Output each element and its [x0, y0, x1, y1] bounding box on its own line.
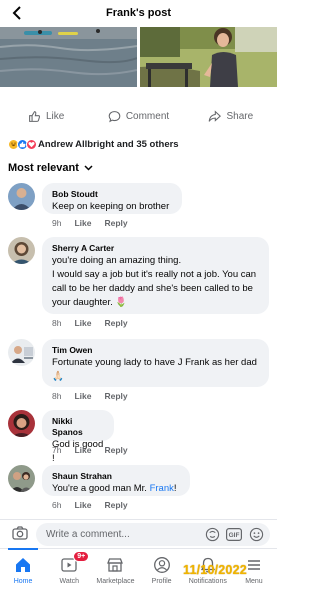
- comment-like-button[interactable]: Like: [74, 391, 91, 401]
- comment-reply-button[interactable]: Reply: [104, 218, 127, 228]
- comment-time: 6h: [52, 500, 62, 510]
- comment-reply-button[interactable]: Reply: [104, 318, 127, 328]
- gif-icon[interactable]: GIF: [226, 526, 242, 542]
- comment-text-suffix: !: [173, 483, 177, 494]
- svg-text:GIF: GIF: [229, 532, 240, 539]
- comment-item: Nikki Spanos God is good ! 7h Like Reply: [8, 410, 270, 464]
- page-title: Frank's post: [106, 7, 171, 19]
- post-photos[interactable]: [0, 27, 277, 87]
- tab-label: Home: [13, 578, 33, 585]
- comment-time: 8h: [52, 391, 62, 401]
- share-label: Share: [226, 110, 254, 122]
- avatar[interactable]: [8, 237, 35, 264]
- avatar[interactable]: [8, 339, 35, 366]
- comment-reply-button[interactable]: Reply: [104, 500, 127, 510]
- comment-input[interactable]: Write a comment... GIF: [36, 523, 270, 546]
- comment-item: Sherry A Carter you're doing an amazing …: [8, 237, 270, 330]
- comment-like-button[interactable]: Like: [74, 318, 91, 328]
- reactions-text: Andrew Allbright and 35 others: [38, 138, 179, 150]
- comment-like-button[interactable]: Like: [74, 445, 91, 455]
- post-photo-lake[interactable]: [0, 27, 137, 87]
- comment-composer: Write a comment... GIF: [0, 519, 277, 547]
- sort-label: Most relevant: [8, 162, 79, 174]
- comment-meta: 9h Like Reply: [52, 218, 128, 228]
- thumbs-up-icon: [29, 110, 40, 122]
- comment-text-line: Fortunate young lady to have J Frank as …: [52, 357, 257, 368]
- comment-like-button[interactable]: Like: [74, 218, 91, 228]
- comment-bubble: Bob Stoudt Keep on keeping on brother: [42, 183, 182, 214]
- top-bar: Frank's post: [0, 0, 277, 27]
- comment-text-line: I would say a job but it's really not a …: [52, 269, 257, 280]
- avatar[interactable]: [8, 183, 35, 210]
- comment-bubble: Tim Owen Fortunate young lady to have J …: [42, 339, 269, 387]
- tab-marketplace[interactable]: Marketplace: [92, 549, 138, 599]
- comment-item: Tim Owen Fortunate young lady to have J …: [8, 339, 270, 403]
- tab-label: Notifications: [188, 578, 227, 585]
- comment-item: Shaun Strahan You're a good man Mr. Fran…: [8, 465, 270, 511]
- watch-badge: 9+: [73, 551, 90, 562]
- like-label: Like: [45, 110, 65, 122]
- camera-icon[interactable]: [11, 524, 29, 542]
- tab-label: Watch: [59, 578, 80, 585]
- post-photo-girl[interactable]: [140, 27, 277, 87]
- comment-label: Comment: [125, 110, 170, 122]
- comment-time: 8h: [52, 318, 62, 328]
- comment-reply-button[interactable]: Reply: [104, 445, 127, 455]
- profile-icon: [152, 555, 172, 575]
- comment-item: Bob Stoudt Keep on keeping on brother 9h…: [8, 183, 270, 229]
- comment-bubble: Nikki Spanos God is good !: [42, 410, 114, 464]
- comment-meta: 7h Like Reply: [52, 445, 128, 455]
- share-action[interactable]: Share: [185, 103, 277, 129]
- comment-text-line: you're doing an amazing thing.: [52, 255, 182, 266]
- comment-author[interactable]: Bob Stoudt: [52, 189, 173, 200]
- comment-text-line: your daughter. 🌷: [52, 297, 128, 308]
- comment-time: 9h: [52, 218, 62, 228]
- comment-time: 7h: [52, 445, 62, 455]
- home-icon: [13, 555, 33, 575]
- comment-meta: 8h Like Reply: [52, 318, 128, 328]
- avatar-sticker-icon[interactable]: [204, 526, 220, 542]
- comment-reply-button[interactable]: Reply: [104, 391, 127, 401]
- comment-author[interactable]: Tim Owen: [52, 345, 260, 356]
- emoji-icon[interactable]: [248, 526, 264, 542]
- comment-author[interactable]: Shaun Strahan: [52, 471, 181, 482]
- comment-meta: 6h Like Reply: [52, 500, 128, 510]
- like-action[interactable]: Like: [0, 103, 92, 129]
- comment-bubble: Sherry A Carter you're doing an amazing …: [42, 237, 269, 314]
- chevron-down-icon: [84, 165, 93, 171]
- comment-author[interactable]: Nikki Spanos: [52, 416, 105, 438]
- comment-bubble: Shaun Strahan You're a good man Mr. Fran…: [42, 465, 190, 496]
- tab-watch[interactable]: 9+ Watch: [46, 549, 92, 599]
- share-icon: [209, 109, 222, 122]
- love-icon: [26, 138, 37, 150]
- sort-dropdown[interactable]: Most relevant: [8, 161, 93, 175]
- comment-meta: 8h Like Reply: [52, 391, 128, 401]
- reactions-summary[interactable]: Andrew Allbright and 35 others: [8, 137, 179, 151]
- comment-icon: [108, 110, 121, 122]
- comment-action[interactable]: Comment: [92, 103, 184, 129]
- avatar[interactable]: [8, 410, 35, 437]
- date-stamp: 11/10/2022: [183, 563, 247, 577]
- post-actions: Like Comment Share: [0, 103, 277, 129]
- comment-text-line: call to be her daddy and she's been call…: [52, 283, 253, 294]
- marketplace-icon: [105, 555, 125, 575]
- tab-label: Profile: [151, 578, 172, 585]
- comment-text: Keep on keeping on brother: [52, 201, 170, 212]
- comment-input-placeholder: Write a comment...: [46, 529, 130, 540]
- tab-label: Menu: [245, 578, 263, 585]
- tab-home[interactable]: Home: [0, 548, 46, 599]
- tab-label: Marketplace: [96, 578, 135, 585]
- watch-icon: 9+: [59, 551, 90, 575]
- tab-profile[interactable]: Profile: [139, 549, 185, 599]
- comment-text-line: 🙏🏻: [52, 371, 64, 382]
- comment-text-prefix: You're a good man Mr.: [52, 483, 150, 494]
- avatar[interactable]: [8, 465, 35, 492]
- comment-author[interactable]: Sherry A Carter: [52, 243, 260, 254]
- mention-link[interactable]: Frank: [150, 483, 174, 494]
- comment-text: You're a good man Mr. Frank!: [52, 482, 181, 496]
- comment-like-button[interactable]: Like: [74, 500, 91, 510]
